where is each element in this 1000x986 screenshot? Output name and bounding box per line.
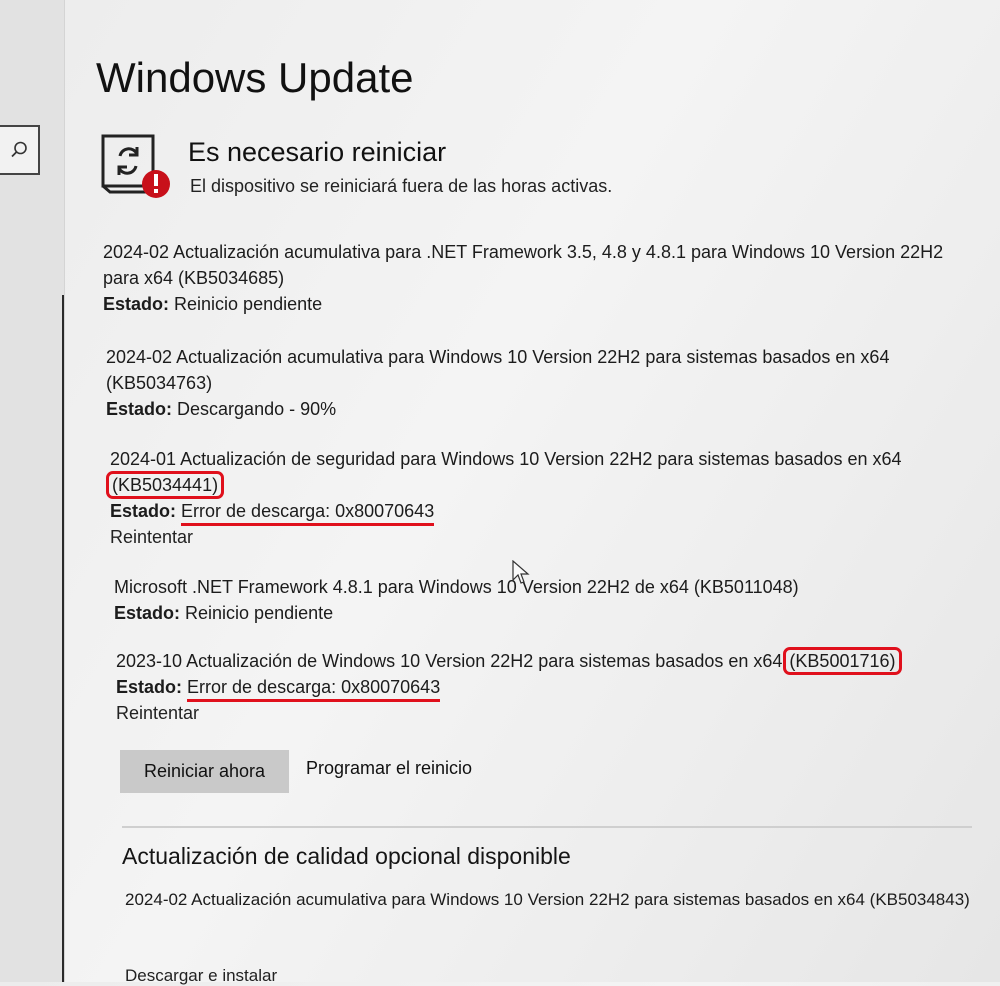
kb-number-highlight: (KB5034441) bbox=[105, 471, 225, 499]
update-name: 2023-10 Actualización de Windows 10 Vers… bbox=[116, 647, 902, 675]
pane-edge-line bbox=[62, 295, 64, 982]
status-label: Estado: bbox=[116, 677, 183, 697]
status-value: Reinicio pendiente bbox=[185, 603, 334, 623]
update-status: Estado: Error de descarga: 0x80070643 bbox=[116, 674, 986, 702]
error-status-value: Error de descarga: 0x80070643 bbox=[181, 501, 435, 526]
update-name: 2024-02 Actualización acumulativa para .… bbox=[103, 242, 944, 288]
update-name: 2024-02 Actualización acumulativa para W… bbox=[106, 347, 890, 393]
kb-number-highlight: (KB5001716) bbox=[783, 647, 902, 675]
update-item: 2024-01 Actualización de seguridad para … bbox=[105, 446, 960, 550]
section-divider bbox=[122, 826, 972, 828]
status-label: Estado: bbox=[103, 294, 170, 314]
status-label: Estado: bbox=[114, 603, 181, 623]
search-icon bbox=[11, 141, 27, 158]
update-item: 2024-02 Actualización acumulativa para .… bbox=[103, 239, 963, 317]
update-item: Microsoft .NET Framework 4.8.1 para Wind… bbox=[114, 574, 964, 626]
update-item: 2023-10 Actualización de Windows 10 Vers… bbox=[116, 647, 986, 726]
restart-required-heading: Es necesario reiniciar bbox=[188, 137, 447, 167]
update-status: Estado: Reinicio pendiente bbox=[114, 600, 964, 626]
update-status: Estado: Descargando - 90% bbox=[106, 396, 956, 422]
error-status-value: Error de descarga: 0x80070643 bbox=[187, 677, 441, 702]
restart-required-message: El dispositivo se reiniciará fuera de la… bbox=[190, 176, 613, 196]
retry-link[interactable]: Reintentar bbox=[110, 524, 960, 550]
optional-update-heading: Actualización de calidad opcional dispon… bbox=[122, 843, 571, 869]
update-name: 2024-01 Actualización de seguridad para … bbox=[105, 449, 902, 499]
mouse-pointer-icon bbox=[512, 560, 530, 584]
download-install-link[interactable]: Descargar e instalar bbox=[125, 966, 277, 986]
update-status: Estado: Error de descarga: 0x80070643 bbox=[110, 498, 960, 526]
restart-now-button[interactable]: Reiniciar ahora bbox=[120, 750, 289, 793]
update-name: Microsoft .NET Framework 4.8.1 para Wind… bbox=[114, 577, 799, 597]
status-value: Reinicio pendiente bbox=[174, 294, 323, 314]
status-label: Estado: bbox=[106, 399, 173, 419]
search-button[interactable] bbox=[0, 125, 40, 175]
retry-link[interactable]: Reintentar bbox=[116, 700, 986, 726]
schedule-restart-button[interactable]: Programar el reinicio bbox=[306, 758, 472, 779]
update-status: Estado: Reinicio pendiente bbox=[103, 291, 963, 317]
status-value: Descargando - 90% bbox=[177, 399, 337, 419]
page-title: Windows Update bbox=[96, 54, 414, 101]
status-label: Estado: bbox=[110, 501, 177, 521]
restart-required-icon bbox=[101, 134, 170, 198]
update-item: 2024-02 Actualización acumulativa para W… bbox=[106, 344, 956, 422]
optional-update-name: 2024-02 Actualización acumulativa para W… bbox=[125, 890, 970, 909]
